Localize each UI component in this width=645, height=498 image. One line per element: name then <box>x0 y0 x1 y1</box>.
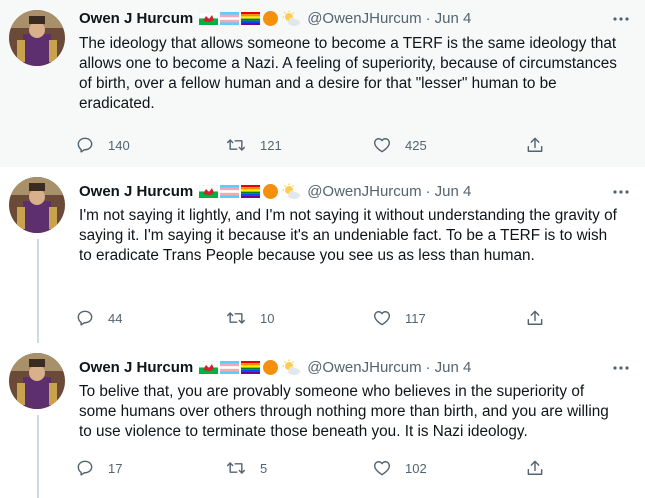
heart-icon <box>373 461 391 476</box>
tweet-actions: 44 10 117 <box>75 307 555 329</box>
like-button[interactable]: 117 <box>372 307 426 329</box>
more-icon <box>613 17 629 21</box>
reply-button[interactable]: 140 <box>75 134 130 156</box>
tweet-text: I'm not saying it lightly, and I'm not s… <box>79 207 617 264</box>
author-handle[interactable]: @OwenJHurcum <box>307 10 421 27</box>
rainbow-flag-icon <box>241 11 261 25</box>
more-options-button[interactable] <box>611 9 631 29</box>
orange-circle-icon <box>263 183 279 199</box>
author-handle[interactable]: @OwenJHurcum <box>307 183 421 200</box>
name-emojis <box>199 10 301 27</box>
share-icon <box>527 310 543 325</box>
retweet-icon <box>226 139 246 151</box>
retweet-button[interactable]: 121 <box>225 134 282 156</box>
reply-count: 140 <box>108 137 130 153</box>
trans-flag-icon <box>220 11 240 25</box>
author-name[interactable]: Owen J Hurcum <box>79 10 193 27</box>
more-icon <box>613 190 629 194</box>
thread-line <box>37 239 39 343</box>
reply-count: 17 <box>108 460 123 476</box>
name-emojis <box>199 359 301 376</box>
reply-icon <box>77 310 93 326</box>
sun-behind-cloud-icon <box>282 10 301 26</box>
reply-icon <box>77 460 93 476</box>
tweet-date[interactable]: Jun 4 <box>435 359 472 376</box>
sun-behind-cloud-icon <box>282 183 301 199</box>
like-button[interactable]: 425 <box>372 134 427 156</box>
heart-icon <box>373 138 391 153</box>
retweet-icon <box>226 312 246 324</box>
name-emojis <box>199 183 301 200</box>
author-avatar[interactable] <box>9 10 65 66</box>
retweet-count: 5 <box>260 460 268 476</box>
rainbow-flag-icon <box>241 360 261 374</box>
share-button[interactable] <box>525 134 545 156</box>
share-icon <box>527 137 543 152</box>
retweet-button[interactable]: 10 <box>225 307 274 329</box>
tweet-text: To belive that, you are provably someone… <box>79 383 609 440</box>
orange-circle-icon <box>263 10 279 26</box>
welsh-flag-icon <box>199 11 219 25</box>
author-name[interactable]: Owen J Hurcum <box>79 183 193 200</box>
author-avatar[interactable] <box>9 353 65 409</box>
retweet-count: 121 <box>260 137 282 153</box>
share-icon <box>527 460 543 475</box>
author-name[interactable]: Owen J Hurcum <box>79 359 193 376</box>
tweet-text: The ideology that allows someone to beco… <box>79 35 617 112</box>
reply-button[interactable]: 44 <box>75 307 122 329</box>
tweet-date[interactable]: Jun 4 <box>435 10 472 27</box>
tweet-actions: 140 121 425 <box>75 134 555 156</box>
rainbow-flag-icon <box>241 184 261 198</box>
tweet-3[interactable]: Owen J Hurcum @OwenJHurcum · Jun 4 To be… <box>0 343 645 498</box>
heart-icon <box>373 311 391 326</box>
trans-flag-icon <box>220 360 240 374</box>
share-button[interactable] <box>525 307 545 329</box>
separator-dot: · <box>425 182 431 200</box>
tweet-2[interactable]: Owen J Hurcum @OwenJHurcum · Jun 4 I'm n… <box>0 167 645 343</box>
author-handle[interactable]: @OwenJHurcum <box>307 359 421 376</box>
orange-circle-icon <box>263 359 279 375</box>
like-count: 425 <box>405 137 427 153</box>
tweet-actions: 17 5 102 <box>75 457 555 479</box>
trans-flag-icon <box>220 184 240 198</box>
retweet-button[interactable]: 5 <box>225 457 267 479</box>
welsh-flag-icon <box>199 184 219 198</box>
sun-behind-cloud-icon <box>282 359 301 375</box>
share-button[interactable] <box>525 457 545 479</box>
separator-dot: · <box>425 358 431 376</box>
author-avatar[interactable] <box>9 177 65 233</box>
thread-line <box>37 415 39 498</box>
like-count: 102 <box>405 460 427 476</box>
welsh-flag-icon <box>199 360 219 374</box>
like-button[interactable]: 102 <box>372 457 427 479</box>
retweet-icon <box>226 462 246 474</box>
like-count: 117 <box>405 310 426 326</box>
reply-icon <box>77 137 93 153</box>
more-options-button[interactable] <box>611 358 631 378</box>
separator-dot: · <box>425 9 431 27</box>
reply-count: 44 <box>108 310 123 326</box>
reply-button[interactable]: 17 <box>75 457 122 479</box>
more-icon <box>613 366 629 370</box>
tweet-1[interactable]: Owen J Hurcum @OwenJHurcum · Jun 4 The i… <box>0 0 645 167</box>
tweet-date[interactable]: Jun 4 <box>435 183 472 200</box>
retweet-count: 10 <box>260 310 275 326</box>
more-options-button[interactable] <box>611 182 631 202</box>
